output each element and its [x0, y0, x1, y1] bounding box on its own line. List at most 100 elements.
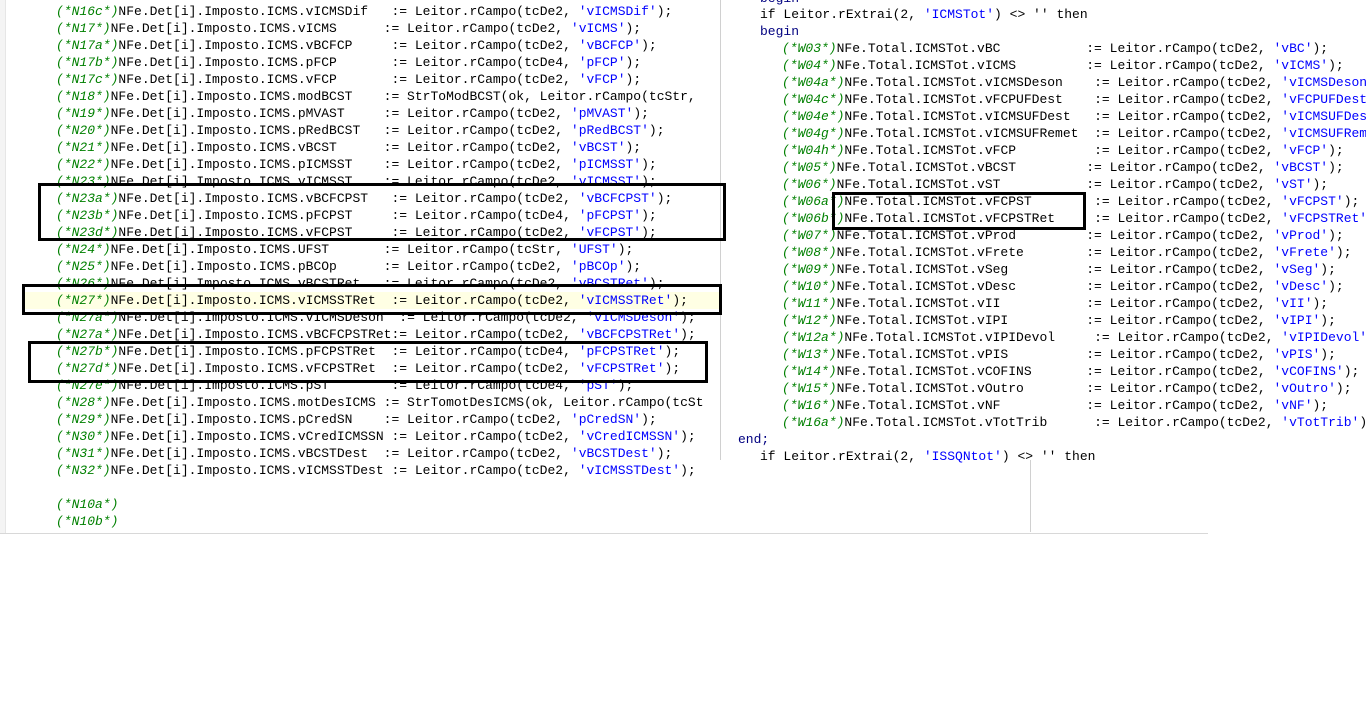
code-line[interactable]: (*N23b*)NFe.Det[i].Imposto.ICMS.pFCPST :… — [56, 207, 657, 224]
code-line[interactable]: (*W07*)NFe.Total.ICMSTot.vProd := Leitor… — [782, 227, 1344, 244]
code-string: 'pICMSST' — [570, 157, 642, 172]
code-line[interactable]: (*N10a*) — [56, 496, 118, 513]
code-line[interactable]: (*N27d*)NFe.Det[i].Imposto.ICMS.vFCPSTRe… — [56, 360, 680, 377]
editor-gutter — [0, 0, 6, 534]
code-line[interactable]: (*N32*)NFe.Det[i].Imposto.ICMS.vICMSSTDe… — [56, 462, 696, 479]
code-text: NFe.Total.ICMSTot.vDesc := Leitor.rCampo… — [836, 279, 1274, 294]
code-line[interactable]: (*W06b*)NFe.Total.ICMSTot.vFCPSTRet := L… — [782, 210, 1366, 227]
code-text: NFe.Total.ICMSTot.vPIS := Leitor.rCampo(… — [836, 347, 1274, 362]
code-line[interactable]: (*N21*)NFe.Det[i].Imposto.ICMS.vBCST := … — [56, 139, 641, 156]
code-comment: (*N10a*) — [56, 497, 119, 512]
code-string: 'vICMS' — [1273, 58, 1329, 73]
code-string: 'vBCFCPSTRet' — [578, 327, 681, 342]
code-comment: (*N17*) — [56, 21, 111, 36]
code-string: 'pFCPST' — [578, 208, 642, 223]
code-line[interactable]: (*W04g*)NFe.Total.ICMSTot.vICMSUFRemet :… — [782, 125, 1366, 142]
code-comment: (*W13*) — [782, 347, 837, 362]
code-line[interactable]: (*N27a*)NFe.Det[i].Imposto.ICMS.vICMSDes… — [56, 309, 696, 326]
code-line[interactable]: (*W04*)NFe.Total.ICMSTot.vICMS := Leitor… — [782, 57, 1344, 74]
code-line[interactable]: (*N18*)NFe.Det[i].Imposto.ICMS.modBCST :… — [56, 88, 696, 105]
code-line[interactable]: (*W09*)NFe.Total.ICMSTot.vSeg := Leitor.… — [782, 261, 1336, 278]
code-text: ); — [625, 72, 642, 87]
code-line[interactable]: end; — [738, 431, 769, 448]
right-code-editor[interactable]: beginif Leitor.rExtrai(2, 'ICMSTot') <> … — [722, 0, 1366, 534]
code-line[interactable]: (*W11*)NFe.Total.ICMSTot.vII := Leitor.r… — [782, 295, 1328, 312]
code-text: NFe.Total.ICMSTot.vFrete := Leitor.rCamp… — [836, 245, 1274, 260]
code-text: NFe.Total.ICMSTot.vCOFINS := Leitor.rCam… — [836, 364, 1274, 379]
pane-divider — [1030, 460, 1031, 532]
code-line[interactable]: (*W15*)NFe.Total.ICMSTot.vOutro := Leito… — [782, 380, 1352, 397]
code-line[interactable]: (*W05*)NFe.Total.ICMSTot.vBCST := Leitor… — [782, 159, 1344, 176]
code-text: ); — [1312, 177, 1329, 192]
code-string: 'ISSQNtot' — [923, 449, 1002, 464]
code-text: NFe.Det[i].Imposto.ICMS.pCredSN := Leito… — [110, 412, 571, 427]
code-line[interactable]: (*W13*)NFe.Total.ICMSTot.vPIS := Leitor.… — [782, 346, 1336, 363]
code-line[interactable]: (*N23*)NFe.Det[i].Imposto.ICMS.vICMSST :… — [56, 173, 657, 190]
code-line[interactable]: begin — [760, 23, 799, 40]
code-line[interactable]: (*N23a*)NFe.Det[i].Imposto.ICMS.vBCFCPST… — [56, 190, 672, 207]
code-text: NFe.Det[i].Imposto.ICMS.UFST := Leitor.r… — [110, 242, 571, 257]
code-line[interactable]: (*W12*)NFe.Total.ICMSTot.vIPI := Leitor.… — [782, 312, 1336, 329]
code-text: ); — [1335, 245, 1352, 260]
code-line[interactable]: (*N17c*)NFe.Det[i].Imposto.ICMS.vFCP := … — [56, 71, 641, 88]
code-text: ); — [656, 191, 673, 206]
code-line[interactable]: if Leitor.rExtrai(2, 'ICMSTot') <> '' th… — [760, 6, 1088, 23]
code-line[interactable]: (*N19*)NFe.Det[i].Imposto.ICMS.pMVAST :=… — [56, 105, 649, 122]
code-comment: (*N18*) — [56, 89, 111, 104]
code-text: ); — [664, 361, 681, 376]
code-string: 'vICMSSTDest' — [578, 463, 681, 478]
code-text: NFe.Total.ICMSTot.vSeg := Leitor.rCampo(… — [836, 262, 1274, 277]
code-comment: (*N22*) — [56, 157, 111, 172]
code-text: ); — [672, 293, 688, 308]
code-line[interactable]: (*W08*)NFe.Total.ICMSTot.vFrete := Leito… — [782, 244, 1352, 261]
code-line[interactable]: (*N27e*)NFe.Det[i].Imposto.ICMS.pST := L… — [56, 377, 633, 394]
code-line[interactable]: (*N24*)NFe.Det[i].Imposto.ICMS.UFST := L… — [56, 241, 633, 258]
code-line[interactable]: (*W10*)NFe.Total.ICMSTot.vDesc := Leitor… — [782, 278, 1344, 295]
code-line[interactable]: (*N17*)NFe.Det[i].Imposto.ICMS.vICMS := … — [56, 20, 641, 37]
code-text: ); — [625, 55, 642, 70]
code-line[interactable]: (*N30*)NFe.Det[i].Imposto.ICMS.vCredICMS… — [56, 428, 696, 445]
code-string: 'vBC' — [1273, 41, 1313, 56]
code-text: ); — [680, 310, 696, 325]
code-text: NFe.Total.ICMSTot.vBCST := Leitor.rCampo… — [836, 160, 1274, 175]
code-comment: (*N23d*) — [56, 225, 119, 240]
code-text: NFe.Total.ICMSTot.vFCPSTRet := Leitor.rC… — [844, 211, 1282, 226]
code-line[interactable]: (*N17b*)NFe.Det[i].Imposto.ICMS.pFCP := … — [56, 54, 641, 71]
code-string: 'vSeg' — [1273, 262, 1321, 277]
code-line[interactable]: (*N27b*)NFe.Det[i].Imposto.ICMS.pFCPSTRe… — [56, 343, 680, 360]
code-string: 'pBCOp' — [570, 259, 626, 274]
code-line[interactable]: (*N27*)NFe.Det[i].Imposto.ICMS.vICMSSTRe… — [22, 292, 722, 309]
editor-right-margin — [720, 0, 721, 460]
code-line[interactable]: (*N16c*)NFe.Det[i].Imposto.ICMS.vICMSDif… — [56, 3, 672, 20]
code-line[interactable]: (*W16a*)NFe.Total.ICMSTot.vTotTrib := Le… — [782, 414, 1366, 431]
code-line[interactable]: (*W16*)NFe.Total.ICMSTot.vNF := Leitor.r… — [782, 397, 1328, 414]
code-line[interactable]: (*W06*)NFe.Total.ICMSTot.vST := Leitor.r… — [782, 176, 1328, 193]
code-comment: (*W05*) — [782, 160, 837, 175]
code-line[interactable]: (*N28*)NFe.Det[i].Imposto.ICMS.motDesICM… — [56, 394, 704, 411]
code-text: ); — [1343, 364, 1360, 379]
code-line[interactable]: (*N23d*)NFe.Det[i].Imposto.ICMS.vFCPST :… — [56, 224, 657, 241]
code-text: NFe.Det[i].Imposto.ICMS.pFCP := Leitor.r… — [118, 55, 579, 70]
code-line[interactable]: (*W12a*)NFe.Total.ICMSTot.vIPIDevol := L… — [782, 329, 1366, 346]
code-string: 'vIPI' — [1273, 313, 1321, 328]
code-line[interactable]: (*N27a*)NFe.Det[i].Imposto.ICMS.vBCFCPST… — [56, 326, 696, 343]
code-line[interactable]: (*W04c*)NFe.Total.ICMSTot.vFCPUFDest := … — [782, 91, 1366, 108]
code-line[interactable]: (*W06a*)NFe.Total.ICMSTot.vFCPST := Leit… — [782, 193, 1359, 210]
code-string: 'vTotTrib' — [1281, 415, 1360, 430]
code-text: NFe.Det[i].Imposto.ICMS.vFCP := Leitor.r… — [118, 72, 579, 87]
code-line[interactable]: (*N25*)NFe.Det[i].Imposto.ICMS.pBCOp := … — [56, 258, 641, 275]
code-line[interactable]: (*N22*)NFe.Det[i].Imposto.ICMS.pICMSST :… — [56, 156, 657, 173]
code-line[interactable]: (*W04a*)NFe.Total.ICMSTot.vICMSDeson := … — [782, 74, 1366, 91]
code-line[interactable]: (*N26*)NFe.Det[i].Imposto.ICMS.vBCSTRet … — [56, 275, 665, 292]
code-line[interactable]: (*W03*)NFe.Total.ICMSTot.vBC := Leitor.r… — [782, 40, 1328, 57]
code-line[interactable]: (*W14*)NFe.Total.ICMSTot.vCOFINS := Leit… — [782, 363, 1359, 380]
code-line[interactable]: if Leitor.rExtrai(2, 'ISSQNtot') <> '' t… — [760, 448, 1095, 465]
code-line[interactable]: (*N17a*)NFe.Det[i].Imposto.ICMS.vBCFCP :… — [56, 37, 657, 54]
code-line[interactable]: (*W04h*)NFe.Total.ICMSTot.vFCP := Leitor… — [782, 142, 1344, 159]
code-line[interactable]: (*N20*)NFe.Det[i].Imposto.ICMS.pRedBCST … — [56, 122, 665, 139]
code-line[interactable]: (*N29*)NFe.Det[i].Imposto.ICMS.pCredSN :… — [56, 411, 657, 428]
left-code-editor[interactable]: (*N16c*)NFe.Det[i].Imposto.ICMS.vICMSDif… — [0, 0, 722, 534]
code-line[interactable]: (*N31*)NFe.Det[i].Imposto.ICMS.vBCSTDest… — [56, 445, 672, 462]
code-line[interactable]: (*W04e*)NFe.Total.ICMSTot.vICMSUFDest :=… — [782, 108, 1366, 125]
code-line[interactable]: (*N10b*) — [56, 513, 118, 530]
